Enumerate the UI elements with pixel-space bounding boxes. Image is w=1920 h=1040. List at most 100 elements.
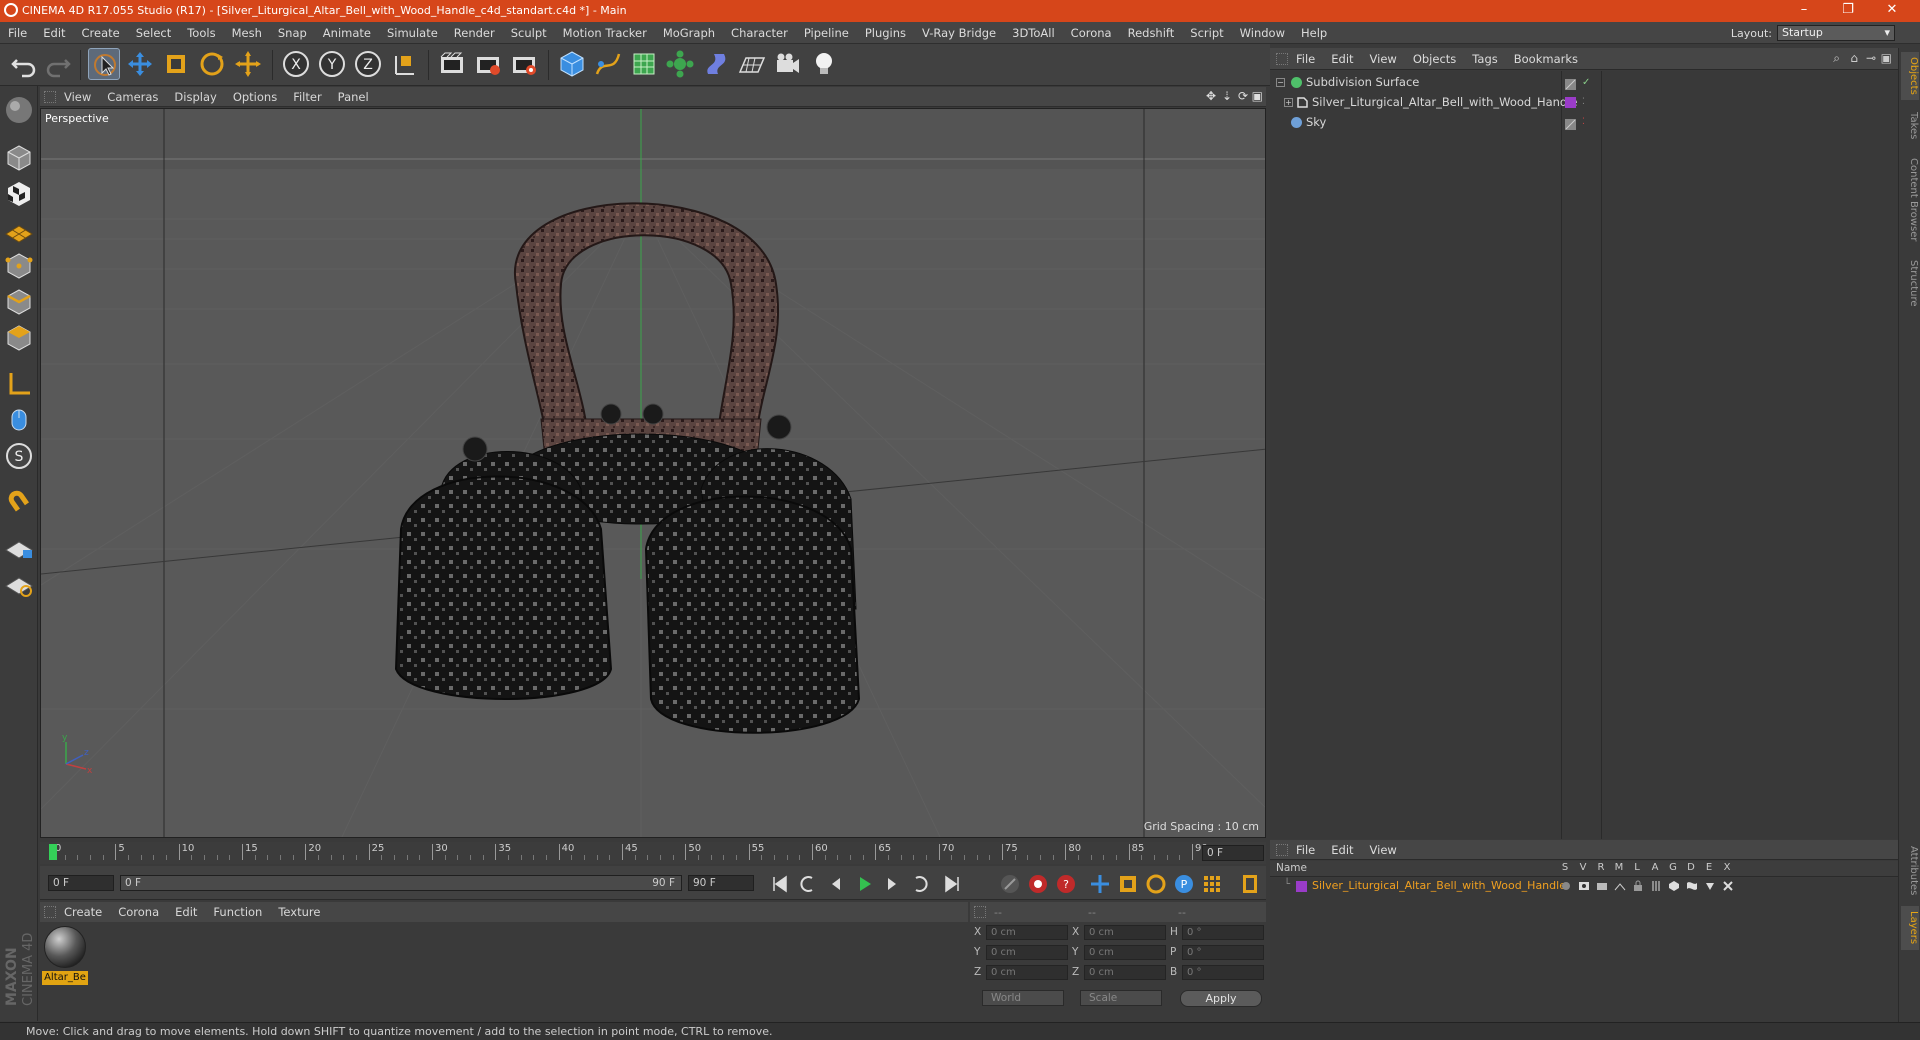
menu-script[interactable]: Script [1182,22,1231,44]
rotation-h-field[interactable]: 0 ° [1182,925,1264,940]
menu-mesh[interactable]: Mesh [224,22,270,44]
key-pla-icon[interactable] [1200,872,1224,896]
collapse-toggle[interactable]: − [1276,78,1285,87]
panel-grip-icon[interactable] [1276,52,1288,65]
object-name[interactable]: Subdivision Surface [1306,73,1419,92]
3d-viewport[interactable]: y x z Perspective Grid Spacing : 10 cm [40,108,1266,838]
menu-plugins[interactable]: Plugins [857,22,914,44]
layer-name[interactable]: Silver_Liturgical_Altar_Bell_with_Wood_H… [1312,879,1566,892]
layer-manager-icon[interactable] [1614,880,1626,892]
position-x-field[interactable]: 0 cm [986,925,1068,940]
rotation-p-field[interactable]: 0 ° [1182,945,1264,960]
start-frame-field[interactable]: 0 F [48,875,114,891]
end-frame-field[interactable]: 90 F [688,875,754,891]
home-icon[interactable]: ⌂ [1850,51,1858,65]
floor-scene-icon[interactable] [736,48,768,80]
panel-grip-icon[interactable] [974,906,986,918]
material-menu-function[interactable]: Function [205,902,270,922]
visibility-dots-icon[interactable]: ⁚ [1582,97,1593,108]
next-key-icon[interactable] [908,872,932,896]
close-button[interactable]: ✕ [1870,0,1914,22]
restore-button[interactable]: ❐ [1826,0,1870,22]
material-menu-corona[interactable]: Corona [110,902,167,922]
tab-content-browser[interactable]: Content Browser [1901,152,1919,248]
menu-tools[interactable]: Tools [179,22,223,44]
object-row-sky[interactable]: Sky ⁚ [1270,113,1898,132]
object-row-subdivision-surface[interactable]: − Subdivision Surface ✓ [1270,73,1898,92]
layer-generator-icon[interactable] [1668,880,1680,892]
polygons-mode-icon[interactable] [3,322,35,354]
material-label[interactable]: Altar_Be [42,971,88,985]
cube-primitive-icon[interactable] [556,48,588,80]
magnet-icon[interactable] [3,486,35,518]
expand-panel-icon[interactable]: ▣ [1881,51,1892,65]
model-mode-icon[interactable] [3,142,35,174]
tab-takes[interactable]: Takes [1901,106,1919,146]
viewport-menu-panel[interactable]: Panel [330,87,377,107]
viewport-menu-options[interactable]: Options [225,87,285,107]
layer-menu-file[interactable]: File [1288,840,1323,860]
make-editable-icon[interactable] [3,94,35,126]
material-menu-create[interactable]: Create [56,902,110,922]
menu-window[interactable]: Window [1232,22,1293,44]
layer-color-tag[interactable] [1565,97,1576,108]
object-menu-edit[interactable]: Edit [1323,48,1361,70]
layer-animation-icon[interactable] [1650,880,1662,892]
layer-deformer-icon[interactable] [1686,880,1698,892]
light-icon[interactable] [808,48,840,80]
spline-pen-icon[interactable] [592,48,624,80]
redo-button[interactable] [42,48,74,80]
autokeying-icon[interactable]: ? [1054,872,1078,896]
size-y-field[interactable]: 0 cm [1084,945,1166,960]
position-z-field[interactable]: 0 cm [986,965,1068,980]
layer-menu-edit[interactable]: Edit [1323,840,1361,860]
mograph-cloner-icon[interactable] [664,48,696,80]
planar-workplane-icon[interactable] [3,568,35,600]
layer-swatch-icon[interactable] [1565,77,1576,90]
timeline-ruler[interactable]: 051015202530354045505560657075808590 0 F [40,842,1266,864]
panel-grip-icon[interactable] [1276,843,1288,856]
layer-visible-icon[interactable] [1578,880,1590,892]
render-view-icon[interactable] [436,48,468,80]
enable-axis-icon[interactable] [3,368,35,400]
menu-vray-bridge[interactable]: V-Ray Bridge [914,22,1004,44]
playhead[interactable] [49,844,57,860]
next-frame-icon[interactable] [880,872,904,896]
render-settings-icon[interactable] [508,48,540,80]
z-axis-lock-icon[interactable]: Z [352,48,384,80]
menu-redshift[interactable]: Redshift [1120,22,1183,44]
minimize-button[interactable]: – [1782,0,1826,22]
menu-sculpt[interactable]: Sculpt [503,22,555,44]
layout-select[interactable]: Startup [1777,25,1895,41]
go-to-end-icon[interactable] [940,872,964,896]
viewport-zoom-icon[interactable]: ⇣ [1222,89,1232,103]
frame-range-slider[interactable]: 0 F 90 F [120,875,682,891]
layer-solo-icon[interactable] [1560,880,1572,892]
menu-render[interactable]: Render [446,22,503,44]
menu-help[interactable]: Help [1293,22,1335,44]
key-scale-icon[interactable] [1116,872,1140,896]
size-mode-select[interactable]: Scale [1080,990,1162,1006]
tab-objects[interactable]: Objects [1901,52,1919,100]
menu-character[interactable]: Character [723,22,796,44]
subdivision-surface-icon[interactable] [628,48,660,80]
key-rotation-icon[interactable] [1144,872,1168,896]
tab-layers[interactable]: Layers [1901,906,1919,950]
x-axis-lock-icon[interactable]: X [280,48,312,80]
texture-mode-icon[interactable] [3,178,35,210]
viewport-pan-icon[interactable]: ✥ [1206,89,1216,103]
object-name[interactable]: Sky [1306,113,1326,132]
layer-render-icon[interactable] [1596,880,1608,892]
viewport-menu-display[interactable]: Display [166,87,224,107]
expand-toggle[interactable]: + [1284,98,1293,107]
menu-edit[interactable]: Edit [35,22,73,44]
object-menu-bookmarks[interactable]: Bookmarks [1506,48,1586,70]
transform-tool-icon[interactable] [232,48,264,80]
size-x-field[interactable]: 0 cm [1084,925,1166,940]
previous-key-icon[interactable] [796,872,820,896]
timeline-layout-icon[interactable] [1238,872,1262,896]
layer-swatch-icon[interactable] [1565,117,1576,130]
menu-pipeline[interactable]: Pipeline [796,22,857,44]
panel-grip-icon[interactable] [44,906,56,918]
menu-create[interactable]: Create [74,22,128,44]
